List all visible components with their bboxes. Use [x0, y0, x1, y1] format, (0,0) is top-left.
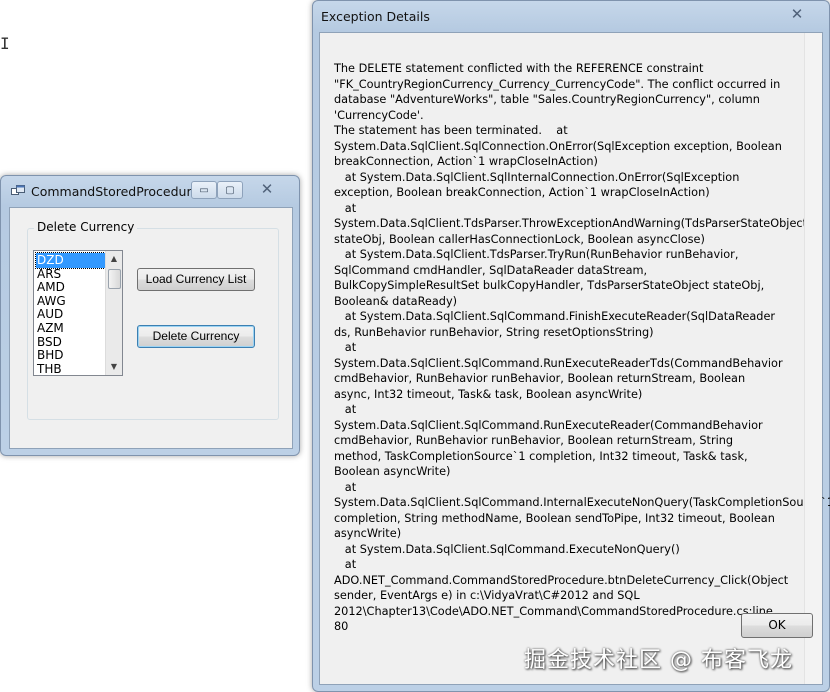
exception-message: The DELETE statement conflicted with the…: [334, 62, 830, 633]
command-stored-procedure-window: CommandStoredProcedure ▭ ▢ ✕ Delete Curr…: [0, 175, 300, 456]
close-icon: ✕: [790, 5, 804, 23]
maximize-button[interactable]: ▢: [217, 181, 243, 199]
dialog-close-button[interactable]: ✕: [777, 5, 817, 23]
currency-list-item[interactable]: THB: [36, 362, 105, 375]
close-icon: ✕: [260, 180, 274, 198]
listbox-scrollbar[interactable]: ▲ ▼: [105, 251, 122, 375]
maximize-icon: ▢: [225, 184, 235, 196]
watermark-text: 掘金技术社区 @ 布客飞龙: [524, 648, 793, 673]
scroll-up-icon[interactable]: ▲: [106, 251, 122, 267]
scroll-thumb[interactable]: [108, 269, 121, 289]
dialog-title: Exception Details: [321, 9, 430, 24]
load-currency-list-button[interactable]: Load Currency List: [137, 268, 255, 291]
close-button[interactable]: ✕: [247, 180, 287, 198]
text-cursor-icon: I: [0, 34, 10, 53]
window-title-bar[interactable]: CommandStoredProcedure ▭ ▢ ✕: [1, 176, 299, 206]
delete-currency-button[interactable]: Delete Currency: [137, 325, 255, 348]
ok-button[interactable]: OK: [741, 613, 813, 638]
dialog-scrollbar[interactable]: [804, 33, 822, 684]
minimize-button[interactable]: ▭: [191, 181, 217, 199]
window-title: CommandStoredProcedure: [31, 184, 200, 199]
dialog-client-area: The DELETE statement conflicted with the…: [319, 32, 830, 685]
currency-listbox[interactable]: DZD ARS AMD AWG AUD AZM BSD BHD THB ▲ ▼: [33, 250, 123, 376]
groupbox-label: Delete Currency: [34, 220, 138, 234]
minimize-icon: ▭: [199, 184, 209, 196]
application-icon: [11, 185, 25, 195]
scroll-down-icon[interactable]: ▼: [106, 359, 122, 375]
exception-details-dialog: Exception Details ✕ The DELETE statement…: [312, 0, 830, 692]
